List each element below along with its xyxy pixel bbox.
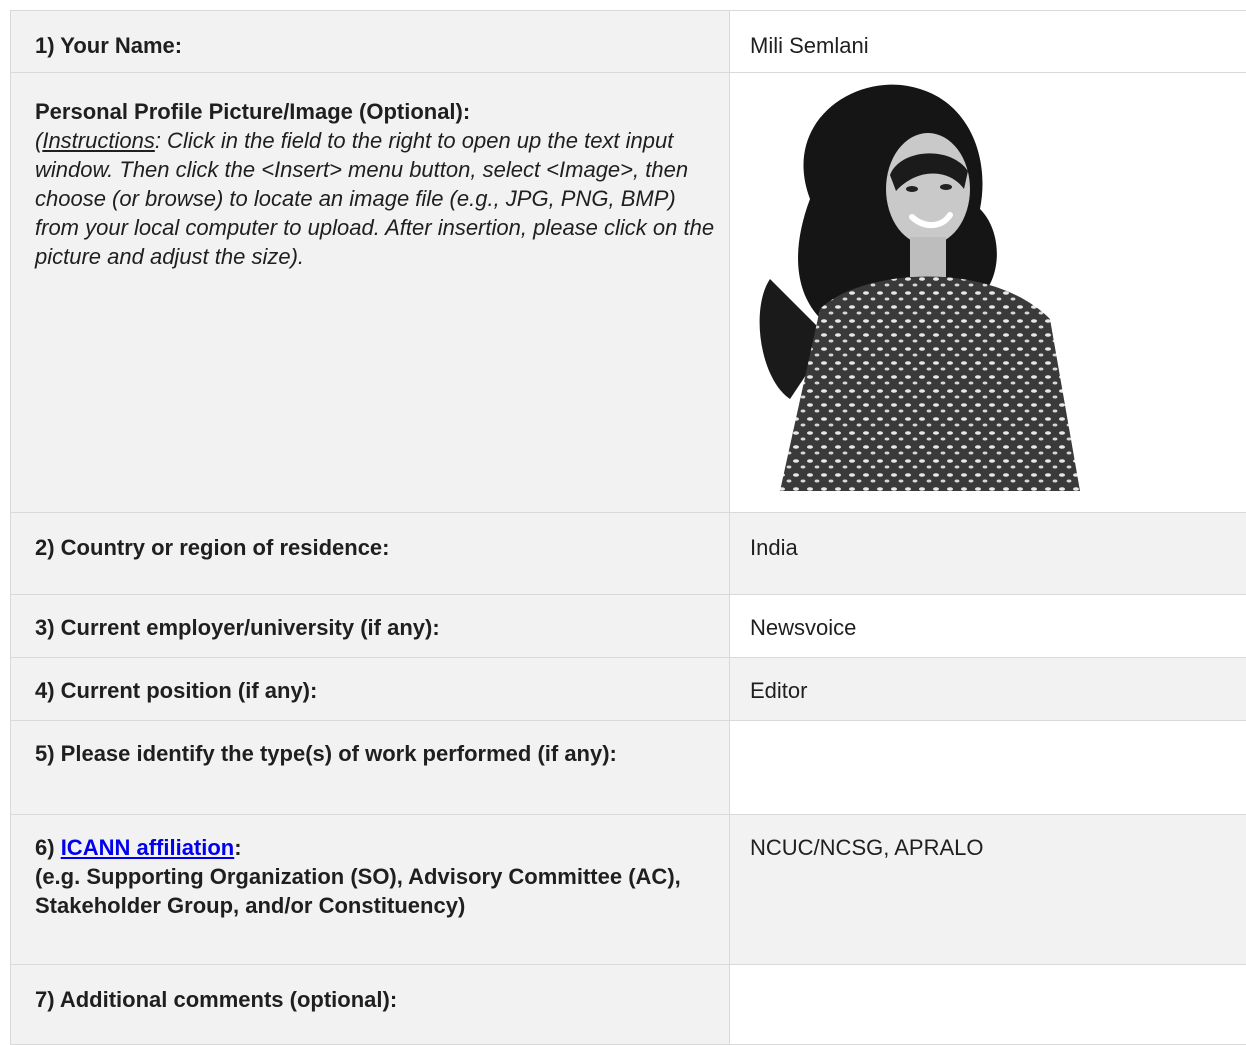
position-label-cell: 4) Current position (if any): [11, 658, 730, 721]
instructions-lead: Instructions [42, 128, 155, 153]
row-picture: Personal Profile Picture/Image (Optional… [11, 73, 1246, 513]
name-label: 1) Your Name: [35, 11, 729, 60]
country-value: India [750, 513, 1246, 562]
affiliation-label: 6) ICANN affiliation: [35, 833, 689, 862]
employer-label-cell: 3) Current employer/university (if any): [11, 595, 730, 658]
comments-value [750, 965, 1246, 985]
row-employer: 3) Current employer/university (if any):… [11, 595, 1246, 658]
row-comments: 7) Additional comments (optional): [11, 965, 1246, 1045]
row-affiliation: 6) ICANN affiliation: (e.g. Supporting O… [11, 815, 1246, 965]
profile-form-table: 1) Your Name: Mili Semlani Personal Prof… [10, 10, 1246, 1045]
work-label: 5) Please identify the type(s) of work p… [35, 721, 729, 768]
icann-affiliation-link[interactable]: ICANN affiliation [61, 835, 235, 860]
row-position: 4) Current position (if any): Editor [11, 658, 1246, 721]
employer-value: Newsvoice [750, 595, 1246, 642]
work-label-cell: 5) Please identify the type(s) of work p… [11, 721, 730, 815]
employer-answer-cell[interactable]: Newsvoice [730, 595, 1246, 658]
position-answer-cell[interactable]: Editor [730, 658, 1246, 721]
row-name: 1) Your Name: Mili Semlani [11, 11, 1246, 73]
comments-label: 7) Additional comments (optional): [35, 965, 729, 1014]
row-work: 5) Please identify the type(s) of work p… [11, 721, 1246, 815]
picture-label-cell: Personal Profile Picture/Image (Optional… [11, 73, 730, 513]
profile-photo [750, 79, 1114, 491]
name-answer-cell[interactable]: Mili Semlani [730, 11, 1246, 73]
country-label-cell: 2) Country or region of residence: [11, 513, 730, 595]
picture-instructions: (Instructions: Click in the field to the… [35, 126, 715, 271]
comments-answer-cell[interactable] [730, 965, 1246, 1045]
affiliation-detail: (e.g. Supporting Organization (SO), Advi… [35, 862, 689, 920]
country-label: 2) Country or region of residence: [35, 513, 729, 562]
affiliation-answer-cell[interactable]: NCUC/NCSG, APRALO [730, 815, 1246, 965]
employer-label: 3) Current employer/university (if any): [35, 595, 729, 642]
name-label-cell: 1) Your Name: [11, 11, 730, 73]
affiliation-number: 6) [35, 835, 61, 860]
position-value: Editor [750, 658, 1246, 705]
picture-answer-cell[interactable] [730, 73, 1246, 513]
work-value [750, 721, 1246, 741]
name-value: Mili Semlani [750, 11, 1246, 60]
affiliation-value: NCUC/NCSG, APRALO [750, 815, 1246, 862]
affiliation-label-cell: 6) ICANN affiliation: (e.g. Supporting O… [11, 815, 730, 965]
picture-label: Personal Profile Picture/Image (Optional… [35, 97, 715, 126]
row-country: 2) Country or region of residence: India [11, 513, 1246, 595]
work-answer-cell[interactable] [730, 721, 1246, 815]
country-answer-cell[interactable]: India [730, 513, 1246, 595]
affiliation-colon: : [234, 835, 241, 860]
position-label: 4) Current position (if any): [35, 658, 729, 705]
comments-label-cell: 7) Additional comments (optional): [11, 965, 730, 1045]
